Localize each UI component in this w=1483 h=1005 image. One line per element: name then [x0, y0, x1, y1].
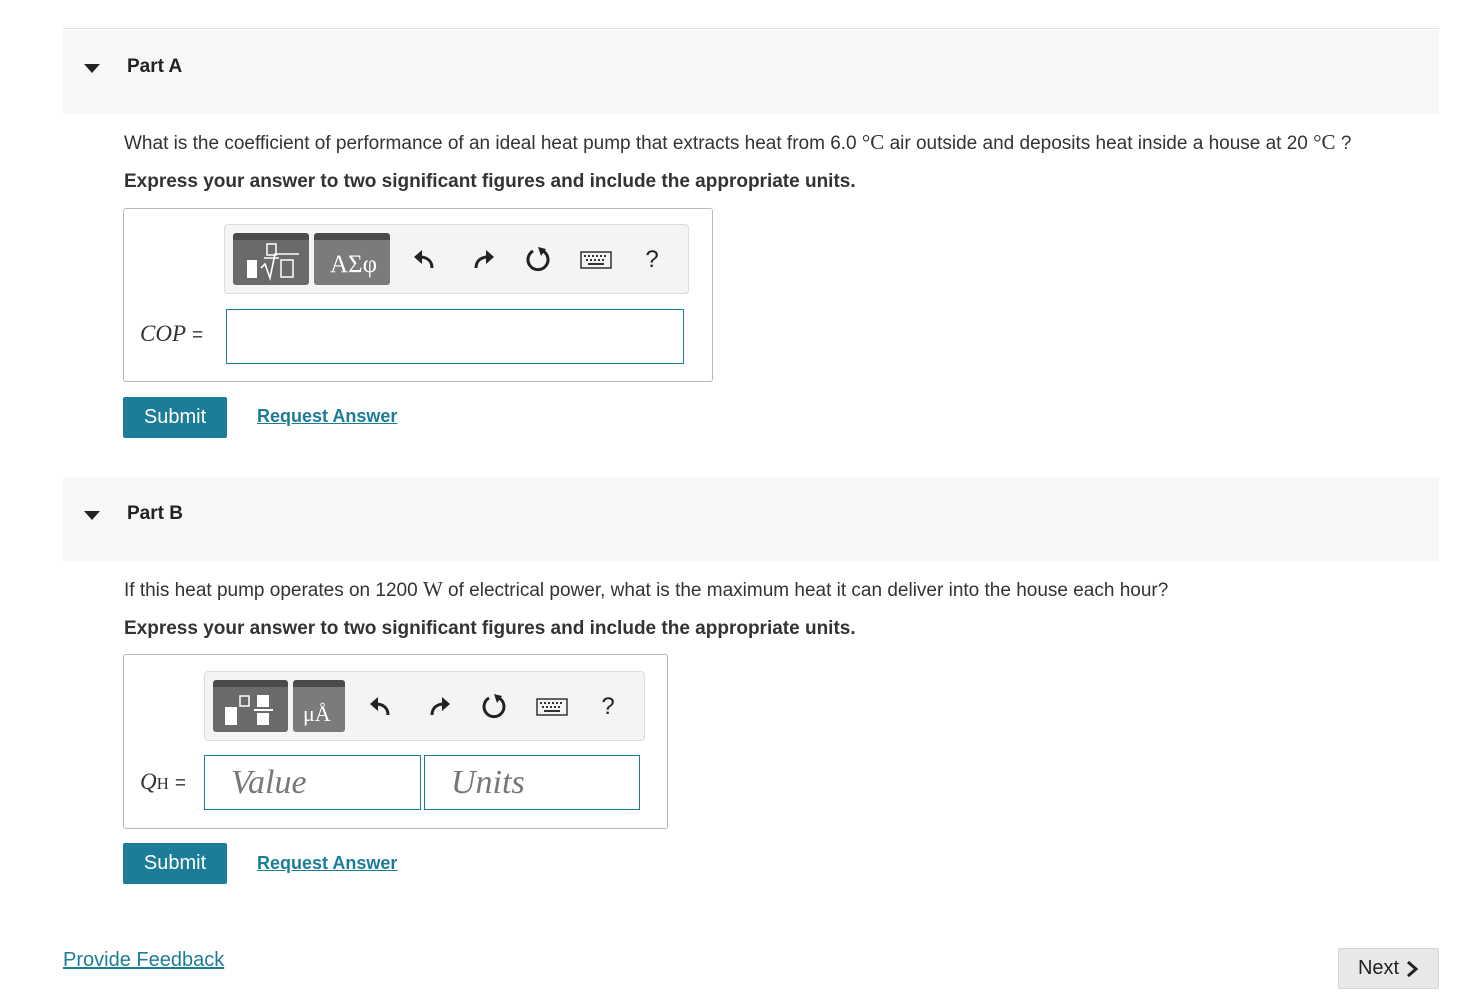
part-b-submit-button[interactable]: Submit [123, 843, 227, 884]
reset-icon[interactable] [479, 692, 509, 722]
undo-icon[interactable] [410, 245, 440, 275]
templates-button[interactable] [233, 233, 309, 285]
part-a-request-answer-link[interactable]: Request Answer [257, 406, 397, 427]
part-a-answer-box: ΑΣφ ? COP = [123, 208, 713, 382]
keyboard-icon[interactable] [579, 245, 613, 275]
part-b-toolbar: μÅ ? [204, 671, 645, 741]
part-a-header[interactable]: Part A [63, 30, 1439, 114]
caret-down-icon[interactable] [84, 511, 100, 520]
qh-label: QH = [140, 769, 187, 794]
redo-icon[interactable] [424, 692, 454, 722]
units-input[interactable]: Units [424, 755, 640, 810]
part-b-instruction: Express your answer to two significant f… [124, 618, 856, 639]
value-input[interactable]: Value [204, 755, 421, 810]
cop-input[interactable] [226, 309, 684, 364]
reset-icon[interactable] [523, 245, 553, 275]
redo-icon[interactable] [468, 245, 498, 275]
part-a-title: Part A [127, 56, 183, 77]
part-a-instruction: Express your answer to two significant f… [124, 171, 856, 192]
cop-label: COP = [140, 321, 204, 346]
fraction-root-icon [247, 243, 299, 281]
top-divider [63, 28, 1439, 29]
part-b-question: If this heat pump operates on 1200 W of … [124, 577, 1169, 601]
caret-down-icon[interactable] [84, 64, 100, 73]
help-button[interactable]: ? [637, 245, 667, 275]
templates-button[interactable] [213, 680, 288, 732]
part-a-toolbar: ΑΣφ ? [224, 224, 689, 294]
greek-symbols-button[interactable]: ΑΣφ [314, 233, 390, 285]
provide-feedback-link[interactable]: Provide Feedback [63, 949, 224, 972]
chevron-right-icon [1407, 960, 1419, 977]
part-a-submit-button[interactable]: Submit [123, 397, 227, 438]
keyboard-icon[interactable] [535, 692, 569, 722]
undo-icon[interactable] [366, 692, 396, 722]
help-button[interactable]: ? [593, 692, 623, 722]
units-button[interactable]: μÅ [293, 680, 345, 732]
part-b-request-answer-link[interactable]: Request Answer [257, 853, 397, 874]
next-button[interactable]: Next [1338, 948, 1439, 989]
part-b-answer-box: μÅ ? QH = Value Units [123, 654, 668, 829]
part-b-title: Part B [127, 503, 183, 524]
part-b-header[interactable]: Part B [63, 477, 1439, 561]
part-a-question: What is the coefficient of performance o… [124, 130, 1352, 154]
fraction-templates-icon [225, 695, 273, 725]
